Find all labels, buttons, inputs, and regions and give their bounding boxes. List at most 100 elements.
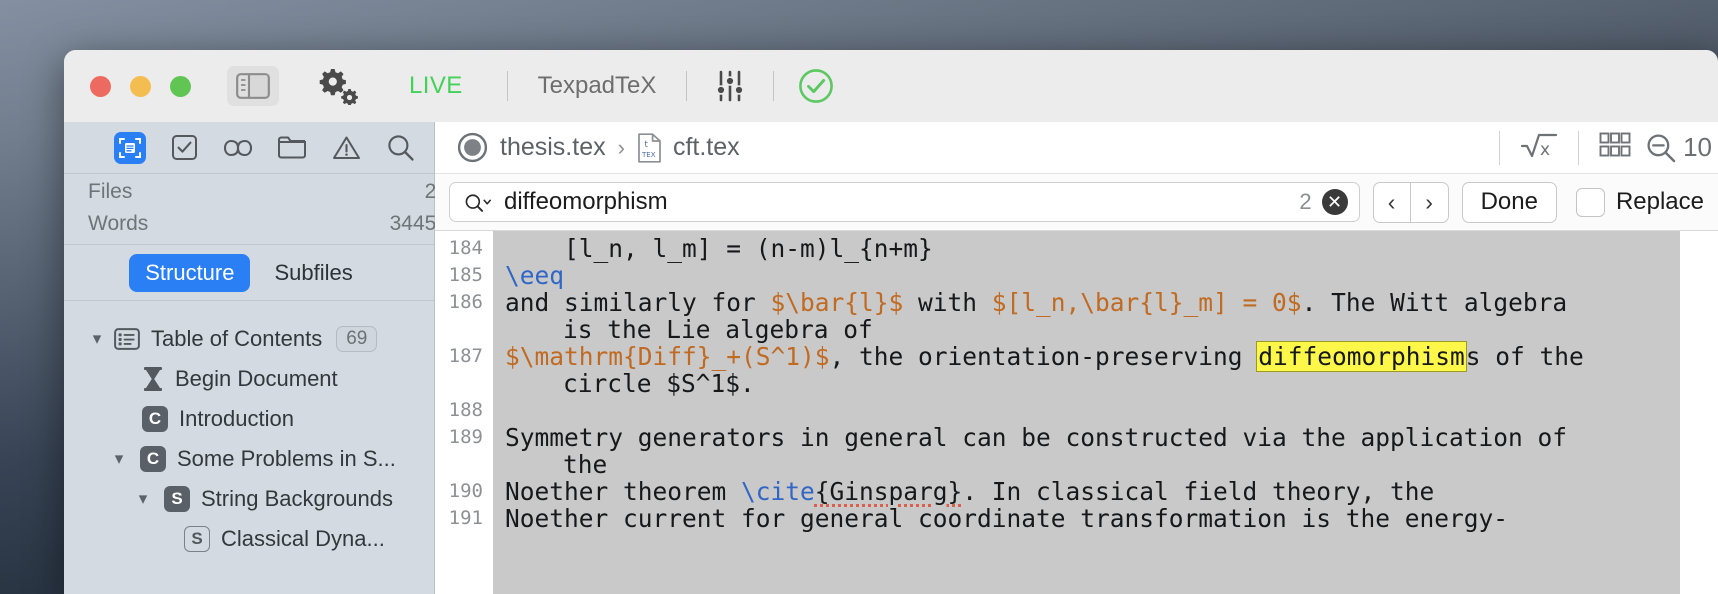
- infinity-icon: [223, 139, 253, 156]
- sidebar-tab-files[interactable]: [276, 132, 308, 164]
- preferences-button[interactable]: [315, 67, 361, 105]
- target-circle-icon: [457, 132, 488, 163]
- traffic-lights: [90, 75, 191, 97]
- replace-checkbox[interactable]: [1575, 187, 1605, 217]
- subsection-badge: S: [184, 526, 210, 552]
- code-line-184: [l_n, l_m] = (n-m)l_{n+m}: [493, 235, 1718, 262]
- code-line-187: $\mathrm{Diff}_+(S^1)$, the orientation-…: [493, 341, 1718, 372]
- chevron-down-icon[interactable]: ▾: [86, 329, 108, 349]
- gears-icon: [319, 69, 358, 105]
- sidebar-tab-search[interactable]: [384, 132, 416, 164]
- sidebar-tab-math[interactable]: [222, 132, 254, 164]
- sidebar-toggle-button[interactable]: [227, 66, 279, 106]
- tree-label-introduction: Introduction: [179, 406, 294, 431]
- tree-item-some-problems[interactable]: ▾ C Some Problems in S...: [64, 439, 434, 479]
- line-number: 186: [448, 291, 483, 313]
- find-previous-button[interactable]: ‹: [1372, 181, 1411, 223]
- code-token: , the orientation-preserving: [829, 342, 1258, 371]
- stat-label-files: Files: [88, 180, 133, 203]
- sidebar-tab-todo[interactable]: [168, 132, 200, 164]
- typeset-settings-button[interactable]: [715, 70, 745, 102]
- stat-label-words: Words: [88, 212, 149, 235]
- tree-item-begin-document[interactable]: Begin Document: [64, 359, 434, 399]
- structure-tree: ▾ Table of Contents 69 Begin Document C …: [64, 301, 434, 559]
- chapter-badge: C: [140, 446, 166, 472]
- checkbox-icon: [171, 135, 197, 160]
- breadcrumb-file[interactable]: t TEX cft.tex: [637, 132, 740, 163]
- structure-subfiles-segmented-control: Structure Subfiles: [64, 245, 434, 301]
- code-right-margin: [1680, 231, 1718, 594]
- segment-subfiles[interactable]: Subfiles: [258, 254, 368, 292]
- window-content: Files 20 Words 34458 Structure Subfiles …: [64, 122, 1718, 594]
- find-bar: diffeomorphism 2 ✕ ‹ › Done Replace: [435, 174, 1718, 231]
- line-number: 185: [448, 264, 483, 286]
- clear-search-button[interactable]: ✕: [1321, 189, 1348, 215]
- code-token: Noether theorem: [505, 477, 742, 506]
- close-button[interactable]: [90, 75, 111, 97]
- toolbar-divider-2: [686, 71, 688, 101]
- page-grid-button[interactable]: [1579, 132, 1645, 163]
- tex-file-icon: t TEX: [638, 132, 661, 163]
- code-text[interactable]: [l_n, l_m] = (n-m)l_{n+m} \eeq and simil…: [493, 231, 1718, 594]
- line-number: 190: [448, 480, 483, 502]
- warning-icon: [332, 136, 360, 159]
- code-line-189-wrap: the: [563, 450, 608, 479]
- code-token-math: $\mathrm{Diff}_+(S^1)$: [505, 342, 830, 371]
- toolbar-divider-1: [506, 71, 508, 101]
- sidebar-tab-errors[interactable]: [330, 132, 362, 164]
- live-status-label: LIVE: [409, 72, 463, 99]
- code-editor[interactable]: 184 185 186 187 188 189 190 191 [l_n, l_…: [435, 231, 1718, 594]
- check-circle-icon: [799, 69, 834, 103]
- done-button[interactable]: Done: [1461, 181, 1557, 223]
- code-token: Noether current for general coordinate t…: [505, 504, 1509, 533]
- match-count-label: 2: [1299, 189, 1312, 214]
- sliders-icon: [716, 70, 745, 102]
- code-token: . The Witt algebra: [1301, 288, 1568, 317]
- line-number-spacer: [435, 316, 493, 343]
- zoom-out-icon: [1647, 133, 1676, 162]
- search-dropdown-icon[interactable]: [464, 191, 491, 214]
- code-line-185: \eeq: [493, 262, 1718, 289]
- breadcrumb-right-tools: x 10: [1499, 122, 1718, 173]
- stat-row-files: Files 20: [64, 176, 448, 208]
- zoom-button[interactable]: [170, 75, 191, 97]
- replace-toggle[interactable]: Replace: [1575, 187, 1704, 217]
- zoom-level-label: 10: [1683, 132, 1712, 162]
- code-token: . In classical field theory, the: [962, 477, 1435, 506]
- search-match-highlight: diffeomorphism: [1256, 341, 1467, 372]
- tree-item-string-backgrounds[interactable]: ▾ S String Backgrounds: [64, 479, 434, 519]
- spellcheck-error-token: {Ginsparg}: [814, 477, 963, 506]
- breadcrumb-file-label: cft.tex: [672, 133, 740, 161]
- minimize-button[interactable]: [130, 75, 151, 97]
- chevron-down-icon[interactable]: ▾: [132, 489, 154, 509]
- line-number: 189: [448, 426, 483, 448]
- sidebar-tab-structure[interactable]: [114, 131, 146, 164]
- tree-label-some-problems: Some Problems in S...: [177, 446, 396, 471]
- compile-status-button[interactable]: [798, 68, 834, 104]
- code-token-math: $\bar{l}$: [770, 288, 904, 317]
- search-input[interactable]: diffeomorphism 2 ✕: [449, 182, 1360, 222]
- breadcrumb-bar: thesis.tex › t TEX cft.tex x 10: [435, 122, 1718, 174]
- code-line-191: Noether current for general coordinate t…: [493, 505, 1718, 532]
- segment-structure[interactable]: Structure: [129, 253, 251, 292]
- chevron-down-icon[interactable]: ▾: [108, 449, 130, 469]
- zoom-out-button[interactable]: 10: [1645, 132, 1718, 164]
- tree-label-string-backgrounds: String Backgrounds: [201, 486, 393, 511]
- find-next-button[interactable]: ›: [1410, 181, 1449, 223]
- breadcrumb-separator: ›: [617, 134, 625, 160]
- tree-item-table-of-contents[interactable]: ▾ Table of Contents 69: [64, 319, 434, 359]
- line-number-spacer: [435, 451, 493, 478]
- typeset-engine-label[interactable]: TexpadTeX: [538, 72, 657, 100]
- search-icon: [387, 135, 414, 161]
- math-preview-button[interactable]: x: [1500, 130, 1578, 165]
- tree-item-classical-dynamics[interactable]: S Classical Dyna...: [64, 519, 434, 559]
- code-line-187-wrap: circle $S^1$.: [563, 369, 755, 398]
- code-token: Symmetry generators in general can be co…: [505, 423, 1568, 452]
- code-token: and similarly for: [505, 288, 771, 317]
- breadcrumb-root[interactable]: thesis.tex: [457, 132, 606, 163]
- tree-item-introduction[interactable]: C Introduction: [64, 399, 434, 439]
- code-line-189: Symmetry generators in general can be co…: [493, 424, 1718, 451]
- sidebar-icon-bar: [64, 122, 434, 174]
- folder-icon: [278, 136, 306, 159]
- tree-label-table-of-contents: Table of Contents: [151, 326, 323, 351]
